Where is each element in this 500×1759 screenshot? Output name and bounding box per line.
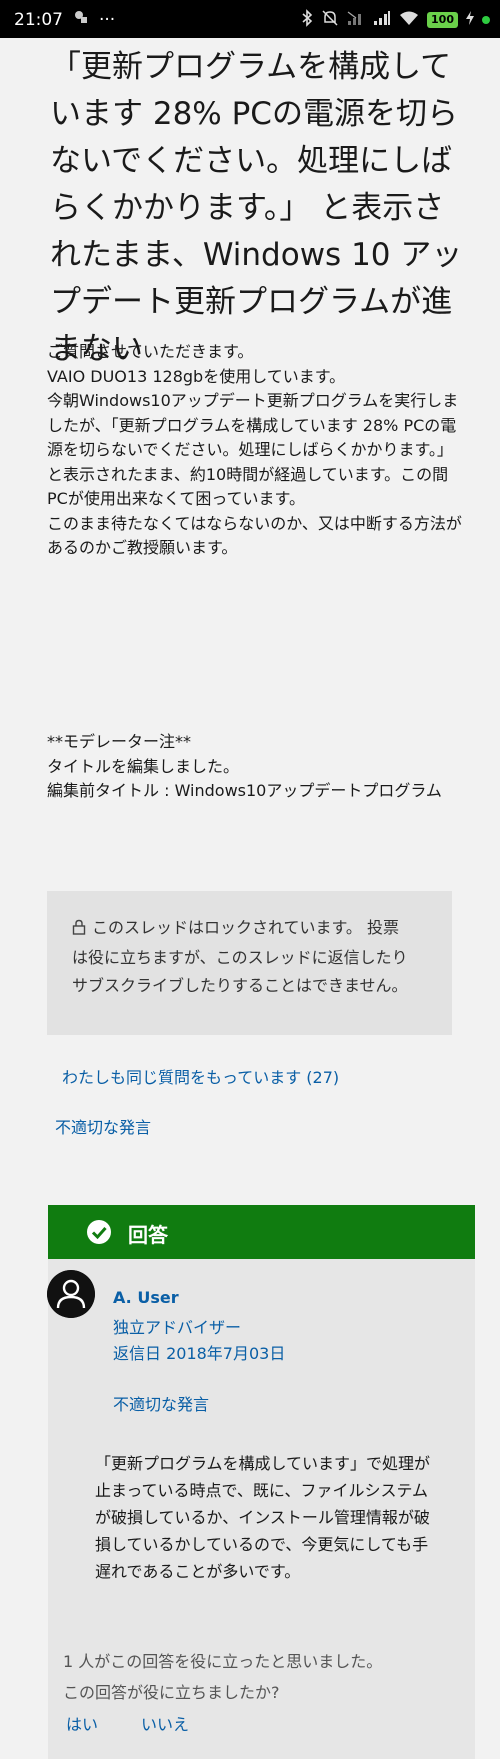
lock-icon: [72, 916, 86, 944]
active-indicator-dot: [482, 16, 490, 24]
answer-user-name[interactable]: A. User: [113, 1288, 179, 1307]
battery-indicator: 100: [427, 12, 458, 28]
locked-thread-notice: このスレッドはロックされています。 投票は役に立ちますが、このスレッドに返信した…: [47, 891, 452, 1035]
question-body: ご質問させていただきます。 VAIO DUO13 128gbを使用しています。 …: [47, 342, 462, 557]
answer-header: 回答: [48, 1205, 475, 1259]
clock: 21:07: [14, 9, 63, 30]
report-abuse-link[interactable]: 不適切な発言: [55, 1114, 151, 1138]
more-notifications-icon: ···: [99, 9, 116, 30]
signal-icon: [373, 10, 391, 30]
helpful-no-button[interactable]: いいえ: [141, 1711, 189, 1735]
helpful-yes-button[interactable]: はい: [66, 1711, 98, 1735]
answer-report-abuse-link[interactable]: 不適切な発言: [113, 1391, 209, 1415]
question-title: 「更新プログラムを構成しています 28% PCの電源を切らないでください。処理に…: [50, 49, 463, 367]
app-notification-icon: [73, 9, 89, 30]
charging-icon: [466, 11, 474, 29]
same-question-link[interactable]: わたしも同じ質問をもっています (27): [62, 1064, 339, 1088]
bluetooth-icon: [301, 9, 313, 31]
answer-user-role[interactable]: 独立アドバイザー: [113, 1314, 241, 1338]
checkmark-circle-icon: [86, 1219, 112, 1249]
user-icon: [47, 1270, 95, 1318]
signal-off-icon: [347, 10, 365, 30]
answer-text: 「更新プログラムを構成しています」で処理が止まっている時点で、既に、ファイルシス…: [95, 1454, 431, 1581]
moderator-note: **モデレーター注** タイトルを編集しました。 編集前タイトル : Windo…: [47, 732, 442, 800]
avatar[interactable]: [47, 1270, 95, 1318]
mute-icon: [321, 9, 339, 31]
wifi-icon: [399, 10, 419, 30]
answer-reply-date[interactable]: 返信日 2018年7月03日: [113, 1340, 285, 1364]
helpful-question: この回答が役に立ちましたか?: [63, 1683, 280, 1702]
answer-header-label: 回答: [128, 1223, 168, 1247]
status-bar: 21:07 ··· 100: [0, 0, 500, 38]
lock-notice-text: このスレッドはロックされています。 投票は役に立ちますが、このスレッドに返信した…: [72, 918, 408, 995]
helpful-count: 1 人がこの回答を役に立ったと思いました。: [63, 1652, 383, 1671]
